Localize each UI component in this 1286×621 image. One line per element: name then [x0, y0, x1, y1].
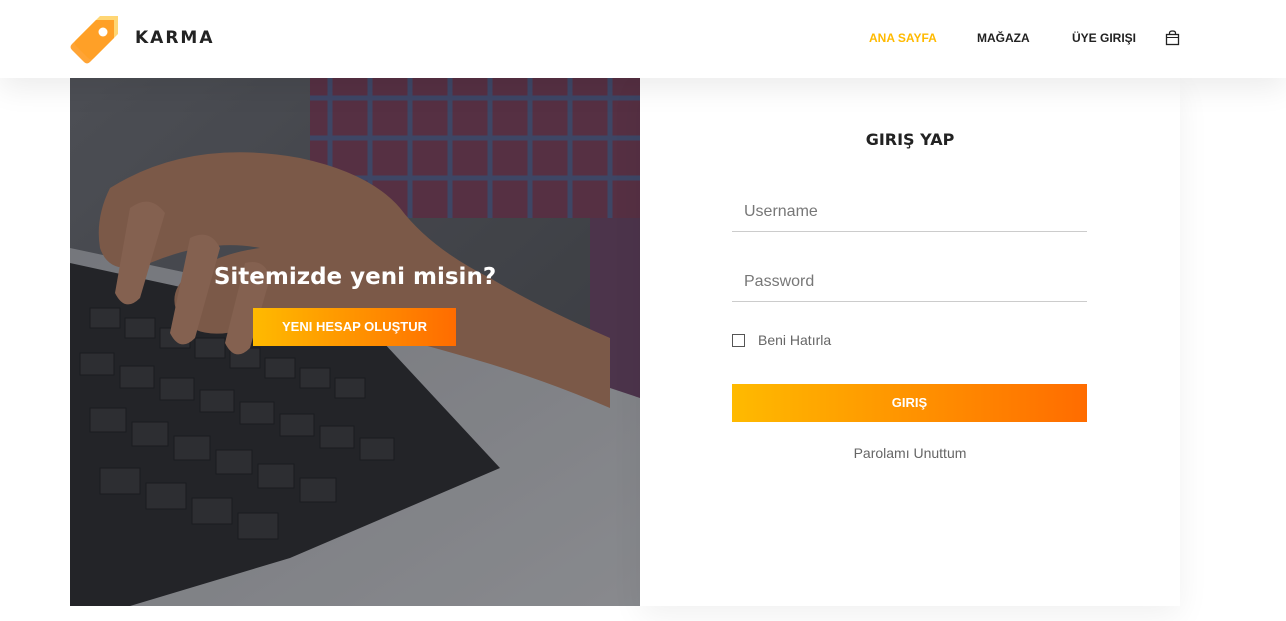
password-input[interactable]: [732, 262, 1087, 302]
login-button[interactable]: GIRIŞ: [732, 384, 1087, 422]
remember-me[interactable]: Beni Hatırla: [732, 332, 831, 348]
shopping-bag-icon[interactable]: [1165, 30, 1180, 46]
remember-checkbox[interactable]: [732, 333, 745, 347]
site-header: KARMA ANA SAYFA MAĞAZA ÜYE GIRIŞI: [0, 0, 1286, 78]
create-account-button[interactable]: YENI HESAP OLUŞTUR: [253, 308, 456, 346]
username-input[interactable]: [732, 192, 1087, 232]
register-panel: Sitemizde yeni misin? YENI HESAP OLUŞTUR: [70, 78, 640, 606]
nav-item-login[interactable]: ÜYE GIRIŞI: [1072, 29, 1136, 47]
nav-item-home[interactable]: ANA SAYFA: [869, 29, 937, 47]
login-panel: GIRIŞ YAP Beni Hatırla GIRIŞ Parolamı Un…: [640, 78, 1180, 606]
nav-item-shop[interactable]: MAĞAZA: [977, 29, 1030, 47]
main-nav: ANA SAYFA MAĞAZA ÜYE GIRIŞI: [0, 29, 1286, 49]
remember-label: Beni Hatırla: [758, 332, 832, 348]
register-title: Sitemizde yeni misin?: [213, 264, 497, 290]
login-title: GIRIŞ YAP: [865, 130, 955, 149]
forgot-password-link[interactable]: Parolamı Unuttum: [640, 445, 1180, 461]
